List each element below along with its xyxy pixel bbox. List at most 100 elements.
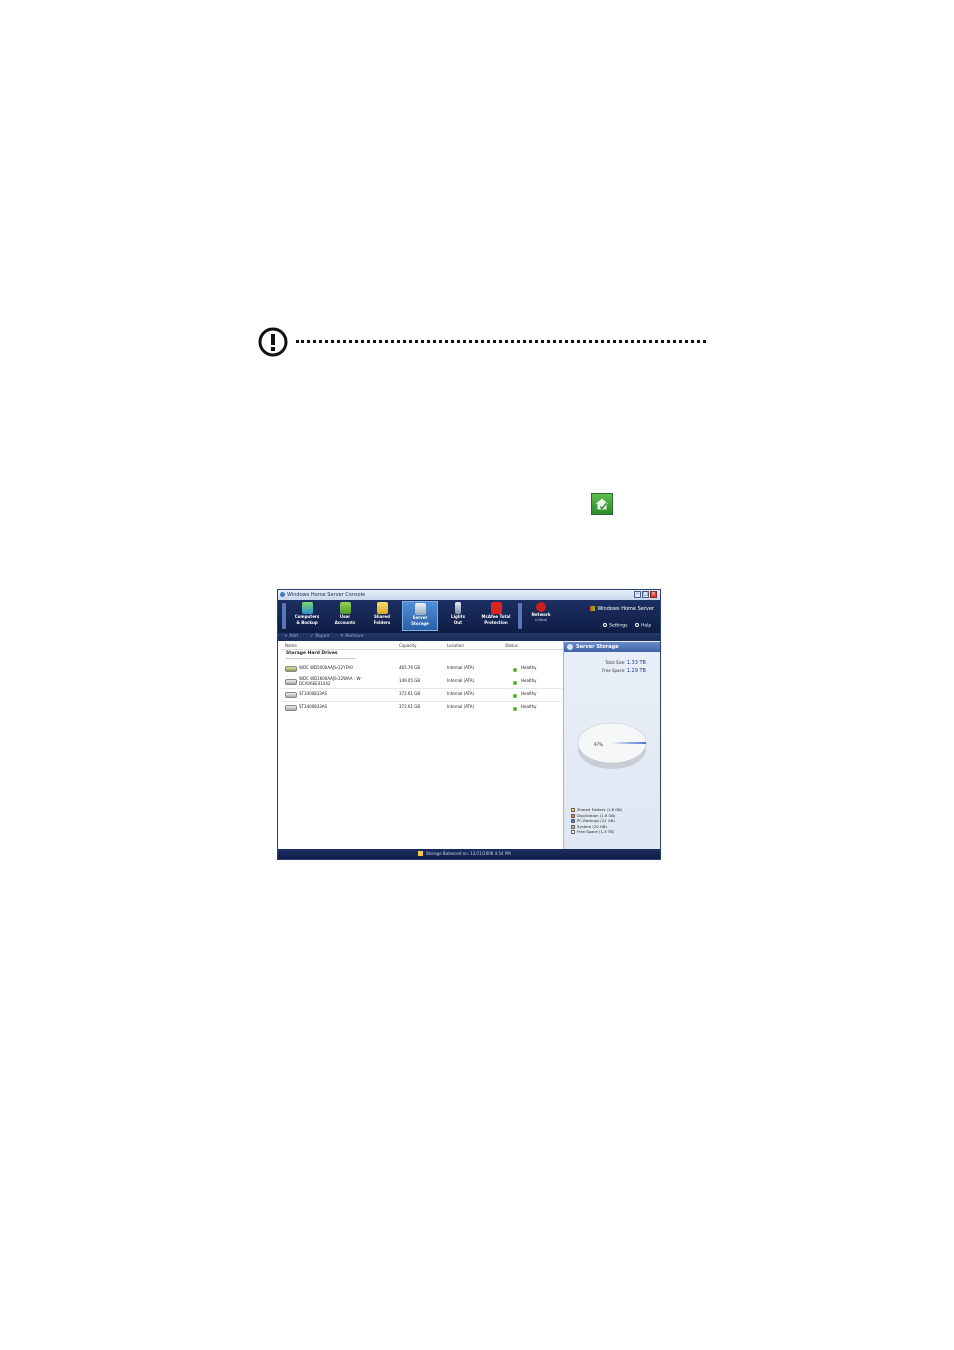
free-space-label: Free Space:	[602, 668, 626, 673]
settings-link[interactable]: Settings	[603, 623, 627, 629]
healthy-status-icon	[513, 681, 517, 685]
tab-label: Out	[453, 619, 463, 625]
add-button[interactable]: + Add	[284, 634, 298, 640]
panel-header: Server Storage	[564, 642, 660, 652]
tab-label: Computers	[294, 614, 320, 619]
legend-label: Shared Folders (1.6 GB)	[577, 807, 623, 812]
storage-pie-chart: 97%	[577, 722, 647, 769]
table-row[interactable]: ST3400833AS 372.61 GB Internal (ATA) Hea…	[281, 702, 563, 715]
legend-swatch	[571, 819, 575, 823]
drive-capacity: 372.61 GB	[399, 691, 421, 696]
server-storage-panel: Server Storage Total Size: 1.33 TB Free …	[564, 641, 660, 849]
maximize-icon[interactable]: □	[642, 591, 649, 598]
repair-label: Repair	[315, 634, 330, 639]
legend-item: System (20 GB)	[571, 824, 607, 829]
legend-label: Duplication (1.6 GB)	[577, 812, 616, 818]
tab-lights-out[interactable]: Lights Out	[442, 601, 474, 631]
total-size-label: Total Size:	[605, 660, 626, 665]
tab-server-storage[interactable]: Server Storage	[402, 601, 438, 631]
repair-button[interactable]: ✓ Repair	[310, 634, 330, 640]
tab-label: & Backup	[296, 619, 318, 625]
drive-location: Internal (ATA)	[447, 678, 475, 683]
legend-item: Free Space (1.3 TB)	[571, 829, 614, 834]
drive-capacity: 465.76 GB	[399, 665, 421, 670]
remove-button[interactable]: ✕ Remove	[340, 634, 363, 640]
drive-location: Internal (ATA)	[447, 665, 475, 670]
healthy-status-icon	[513, 707, 517, 711]
brand-text: Windows Home Server	[597, 606, 654, 612]
pie-percent-label: 97%	[594, 742, 603, 747]
column-header-name[interactable]: Name	[285, 643, 297, 648]
app-icon	[280, 592, 285, 597]
drive-capacity: 372.61 GB	[399, 704, 421, 709]
total-size-value: 1.33 TB	[626, 660, 646, 666]
title-bar: Windows Home Server Console – □ ×	[278, 590, 660, 600]
tab-status: Critical	[534, 617, 548, 622]
status-bar: Storage Balanced on: 12/11/2008 4:54 PM	[278, 849, 660, 859]
tab-label: Folders	[373, 619, 391, 625]
drive-name-continued: DCAV6EE41442	[299, 680, 331, 686]
settings-icon	[603, 623, 607, 627]
toolbar: + Add ✓ Repair ✕ Remove	[278, 633, 660, 641]
tab-label: Shared	[374, 614, 390, 619]
tab-label: Server	[412, 615, 428, 620]
tab-network[interactable]: Network Critical	[526, 601, 556, 631]
status-text: Storage Balanced on: 12/11/2008 4:54 PM	[426, 851, 511, 856]
tab-mcafee-total-protection[interactable]: McAfee Total Protection	[476, 601, 516, 631]
drive-status: Healthy	[521, 665, 537, 670]
table-row[interactable]: ST3400833AS 372.61 GB Internal (ATA) Hea…	[281, 689, 563, 702]
table-row[interactable]: WDC WD1600AAJS-22WAA - W- DCAV6EE41442 1…	[281, 676, 563, 689]
free-space-value: 1.29 TB	[626, 668, 646, 674]
ribbon-separator	[282, 603, 286, 629]
hard-drive-icon	[285, 679, 297, 685]
mcafee-icon	[490, 602, 502, 614]
tab-shared-folders[interactable]: Shared Folders	[365, 601, 399, 631]
ribbon-separator	[518, 603, 522, 629]
caution-icon	[258, 327, 288, 357]
healthy-status-icon	[513, 668, 517, 672]
close-icon[interactable]: ×	[650, 591, 657, 598]
computer-icon	[301, 602, 313, 614]
legend-item: PC Backups (22 GB)	[571, 818, 615, 823]
legend-label: System (20 GB)	[577, 823, 607, 829]
legend-swatch	[571, 830, 575, 834]
hard-drive-icon	[285, 705, 297, 711]
column-header-capacity[interactable]: Capacity	[399, 643, 416, 648]
legend-label: Free Space (1.3 TB)	[577, 829, 615, 834]
help-label: Help	[641, 623, 652, 629]
group-divider	[286, 658, 356, 659]
caution-marker	[258, 327, 708, 359]
legend-swatch	[571, 813, 575, 818]
legend-swatch	[571, 808, 575, 812]
column-header-location[interactable]: Location	[447, 643, 464, 648]
help-link[interactable]: Help	[635, 623, 651, 629]
healthy-status-icon	[513, 694, 517, 698]
column-header-status[interactable]: Status	[505, 643, 518, 648]
folder-icon	[376, 602, 388, 614]
tab-label: Accounts	[334, 619, 356, 625]
legend-item: Duplication (1.6 GB)	[571, 813, 616, 818]
tab-computers-backup[interactable]: Computers & Backup	[288, 601, 326, 631]
panel-title: Server Storage	[576, 644, 619, 650]
storage-icon	[414, 603, 426, 615]
drive-capacity: 149.05 GB	[399, 678, 421, 683]
minimize-icon[interactable]: –	[634, 591, 641, 598]
free-space: Free Space: 1.29 TB	[602, 668, 646, 674]
legend-label: PC Backups (22 GB)	[577, 818, 615, 823]
tab-user-accounts[interactable]: User Accounts	[328, 601, 362, 631]
help-icon	[635, 623, 639, 627]
hard-drive-icon	[285, 692, 297, 698]
network-critical-icon	[536, 602, 546, 612]
tab-label: Storage	[411, 620, 429, 626]
drive-name: ST3400833AS	[299, 691, 328, 696]
legend-swatch	[571, 824, 575, 829]
lightbulb-icon	[455, 602, 461, 614]
table-row[interactable]: WDC WD5000AAJS-22YFA0 465.76 GB Internal…	[281, 663, 563, 676]
users-icon	[339, 602, 351, 614]
storage-status-icon	[418, 851, 423, 856]
drive-name: WDC WD5000AAJS-22YFA0	[299, 665, 353, 670]
legend-item: Shared Folders (1.6 GB)	[571, 807, 622, 812]
add-label: Add	[289, 634, 298, 639]
drive-status: Healthy	[521, 678, 537, 683]
group-title: Storage Hard Drives	[286, 651, 338, 656]
